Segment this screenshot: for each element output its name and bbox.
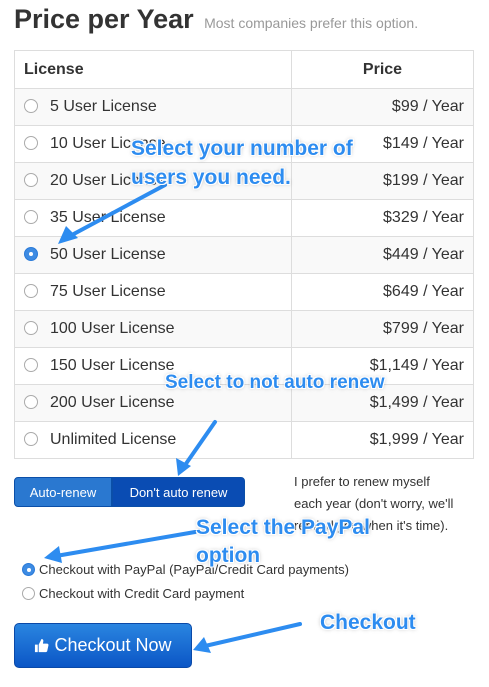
- checkout-label: Checkout Now: [54, 635, 172, 655]
- page-header: Price per Year Most companies prefer thi…: [14, 4, 418, 35]
- license-cell: 35 User License: [14, 199, 292, 237]
- license-label: 5 User License: [50, 98, 157, 115]
- radio-icon[interactable]: [24, 136, 38, 150]
- radio-icon[interactable]: [24, 99, 38, 113]
- thumbs-up-icon: [34, 626, 49, 669]
- license-label: Unlimited License: [50, 431, 177, 448]
- auto-renew-button[interactable]: Auto-renew: [14, 477, 112, 507]
- price-cell: $99 / Year: [291, 88, 474, 126]
- radio-icon[interactable]: [24, 210, 38, 224]
- radio-selected-icon[interactable]: [24, 247, 38, 261]
- arrow-paypal: [54, 530, 197, 558]
- price-cell: $1,999 / Year: [291, 421, 474, 459]
- price-cell: $799 / Year: [291, 310, 474, 348]
- radio-icon[interactable]: [24, 321, 38, 335]
- radio-selected-icon[interactable]: [22, 563, 35, 576]
- annotation-line: users you need.: [131, 166, 291, 189]
- renew-note-line: each year (don't worry, we'll: [294, 496, 454, 511]
- license-cell: Unlimited License: [14, 421, 292, 459]
- license-label: 100 User License: [50, 320, 175, 337]
- license-row[interactable]: 100 User License $799 / Year: [14, 310, 474, 348]
- dont-auto-renew-button[interactable]: Don't auto renew: [112, 477, 245, 507]
- radio-icon[interactable]: [24, 395, 38, 409]
- radio-icon[interactable]: [22, 587, 35, 600]
- license-cell: 5 User License: [14, 88, 292, 126]
- annotation-line: Select your number of: [131, 137, 353, 160]
- arrowhead-icon: [193, 637, 211, 653]
- payment-option-label: Checkout with Credit Card payment: [39, 586, 245, 601]
- license-cell: 100 User License: [14, 310, 292, 348]
- payment-option-credit-card[interactable]: Checkout with Credit Card payment: [22, 582, 349, 606]
- license-label: 50 User License: [50, 246, 166, 263]
- table-header-row: License Price: [14, 50, 474, 89]
- license-row[interactable]: 5 User License $99 / Year: [14, 88, 474, 126]
- license-column-header: License: [14, 50, 292, 89]
- license-row[interactable]: Unlimited License $1,999 / Year: [14, 421, 474, 459]
- renew-toggle: Auto-renew Don't auto renew: [14, 477, 245, 507]
- price-cell: $649 / Year: [291, 273, 474, 311]
- checkout-now-button[interactable]: Checkout Now: [14, 623, 192, 668]
- annotation-checkout: Checkout: [320, 611, 416, 634]
- license-row[interactable]: 50 User License $449 / Year: [14, 236, 474, 274]
- radio-icon[interactable]: [24, 284, 38, 298]
- annotation-line: option: [196, 544, 261, 567]
- license-row[interactable]: 75 User License $649 / Year: [14, 273, 474, 311]
- price-column-header: Price: [291, 50, 474, 89]
- license-table: License Price 5 User License $99 / Year 10…: [14, 50, 474, 459]
- license-cell: 50 User License: [14, 236, 292, 274]
- arrow-checkout: [203, 622, 302, 648]
- radio-icon[interactable]: [24, 358, 38, 372]
- renew-note-line: I prefer to renew myself: [294, 474, 430, 489]
- price-cell: $329 / Year: [291, 199, 474, 237]
- page-subtitle: Most companies prefer this option.: [204, 15, 419, 31]
- page-title: Price per Year: [14, 4, 194, 34]
- license-label: 150 User License: [50, 357, 175, 374]
- radio-icon[interactable]: [24, 432, 38, 446]
- license-label: 35 User License: [50, 209, 166, 226]
- radio-icon[interactable]: [24, 173, 38, 187]
- license-label: 200 User License: [50, 394, 175, 411]
- license-label: 75 User License: [50, 283, 166, 300]
- price-cell: $449 / Year: [291, 236, 474, 274]
- annotation-paypal: Select the PayPal option: [196, 514, 370, 570]
- annotation-select-users: Select your number of users you need.: [131, 134, 353, 192]
- license-row[interactable]: 35 User License $329 / Year: [14, 199, 474, 237]
- annotation-auto-renew: Select to not auto renew: [165, 372, 385, 393]
- license-cell: 75 User License: [14, 273, 292, 311]
- annotation-line: Select the PayPal: [196, 516, 370, 539]
- arrowhead-icon: [176, 458, 191, 476]
